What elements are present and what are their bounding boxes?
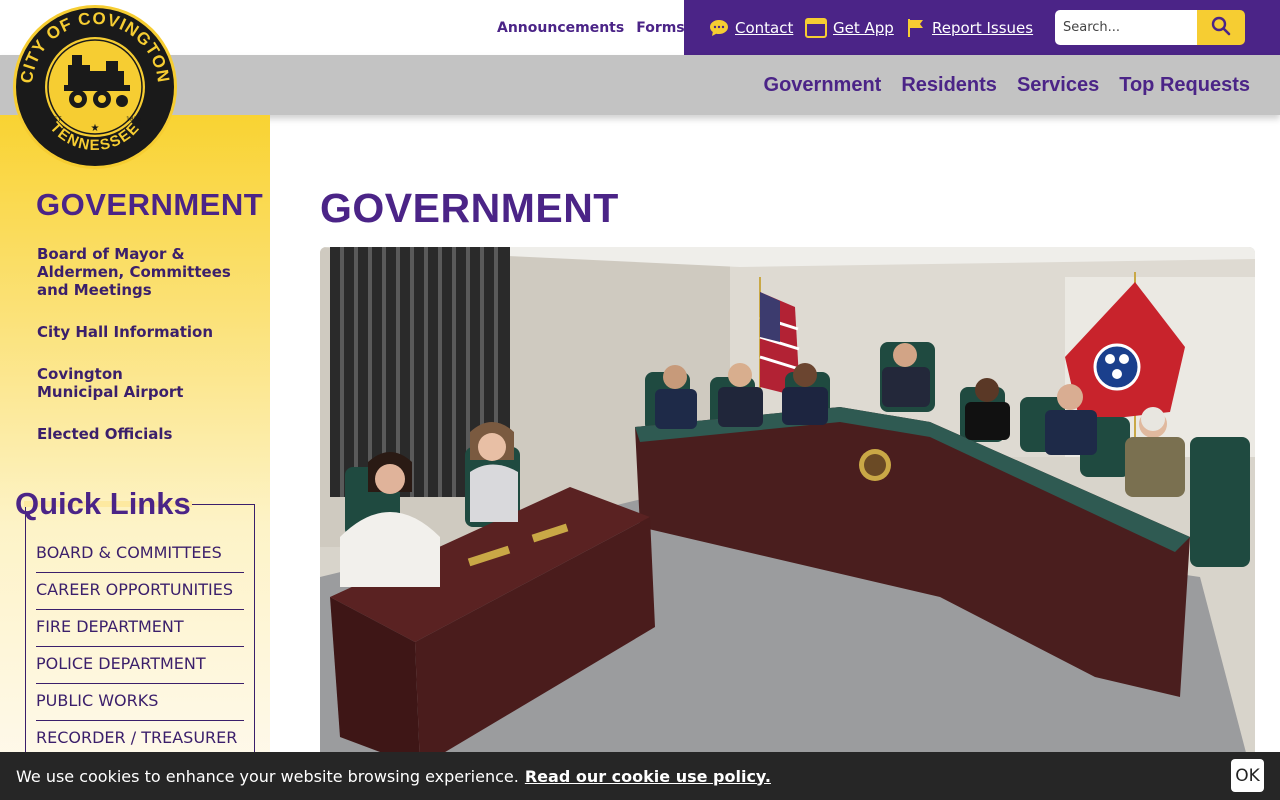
quick-links-list: BOARD & COMMITTEES CAREER OPPORTUNITIES …: [36, 536, 244, 758]
nav-top-requests[interactable]: Top Requests: [1119, 74, 1250, 97]
nav-services[interactable]: Services: [1017, 74, 1099, 97]
sidebar-item-airport[interactable]: Covington Municipal Airport: [37, 365, 257, 401]
sidebar-item-line: City Hall Information: [37, 323, 214, 341]
sidebar-item-city-hall[interactable]: City Hall Information: [37, 323, 257, 341]
mobile-app-icon: [805, 17, 827, 39]
sidebar-nav: Board of Mayor & Aldermen, Committees an…: [37, 245, 257, 467]
nav-government[interactable]: Government: [764, 74, 882, 97]
sidebar-item-line: Elected Officials: [37, 425, 173, 443]
cookie-policy-link[interactable]: Read our cookie use policy.: [525, 767, 771, 786]
cookie-text: We use cookies to enhance your website b…: [16, 766, 519, 786]
main-nav-bar: Government Residents Services Top Reques…: [0, 55, 1280, 115]
quick-link-fire-department[interactable]: FIRE DEPARTMENT: [36, 610, 244, 647]
board-photo: [320, 247, 1255, 787]
sidebar-title: GOVERNMENT: [36, 187, 264, 222]
sidebar-item-line: and Meetings: [37, 281, 152, 299]
search-input[interactable]: [1055, 10, 1197, 45]
flag-icon: [906, 18, 926, 38]
contact-label: Contact: [735, 18, 794, 37]
sidebar-item-line: Covington: [37, 365, 123, 383]
get-app-label: Get App: [833, 18, 894, 37]
sidebar-item-line: Municipal Airport: [37, 383, 184, 401]
page-title: GOVERNMENT: [320, 185, 619, 231]
svg-text:1826: 1826: [126, 116, 141, 123]
cookie-banner: We use cookies to enhance your website b…: [0, 752, 1280, 800]
sidebar-item-board-of-mayor[interactable]: Board of Mayor & Aldermen, Committees an…: [37, 245, 257, 299]
utility-links: Announcements Forms: [497, 0, 685, 55]
search-icon: [1211, 16, 1231, 39]
cookie-ok-button[interactable]: OK: [1231, 759, 1264, 792]
sidebar-item-line: Board of Mayor &: [37, 245, 185, 263]
chat-bubble-icon: [709, 18, 729, 38]
svg-text:EST.: EST.: [50, 116, 63, 123]
quick-link-public-works[interactable]: PUBLIC WORKS: [36, 684, 244, 721]
search-box: [1055, 10, 1245, 45]
quick-link-board-committees[interactable]: BOARD & COMMITTEES: [36, 536, 244, 573]
sidebar-item-elected-officials[interactable]: Elected Officials: [37, 425, 257, 443]
sidebar: GOVERNMENT Board of Mayor & Aldermen, Co…: [0, 115, 270, 800]
city-seal-logo[interactable]: CITY OF COVINGTON TENNESSEE EST. 1826 ★: [10, 5, 180, 170]
report-issues-label: Report Issues: [932, 18, 1034, 37]
main-nav: Government Residents Services Top Reques…: [764, 55, 1250, 115]
svg-text:★: ★: [91, 123, 100, 134]
contact-button[interactable]: Contact: [709, 0, 793, 55]
quick-links-title: Quick Links: [15, 486, 191, 521]
report-issues-button[interactable]: Report Issues: [906, 0, 1033, 55]
quick-link-career-opportunities[interactable]: CAREER OPPORTUNITIES: [36, 573, 244, 610]
nav-residents[interactable]: Residents: [901, 74, 997, 97]
sidebar-item-line: Aldermen, Committees: [37, 263, 231, 281]
announcements-link[interactable]: Announcements: [497, 20, 624, 36]
search-button[interactable]: [1197, 10, 1245, 45]
get-app-button[interactable]: Get App: [805, 0, 894, 55]
cookie-message: We use cookies to enhance your website b…: [16, 752, 771, 800]
forms-link[interactable]: Forms: [636, 20, 684, 36]
quick-link-police-department[interactable]: POLICE DEPARTMENT: [36, 647, 244, 684]
